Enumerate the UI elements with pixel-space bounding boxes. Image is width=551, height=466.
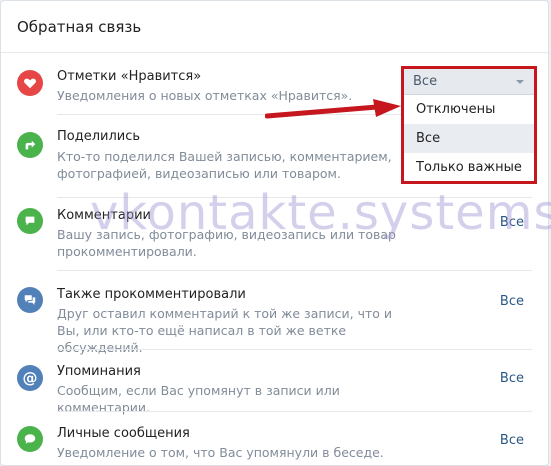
setting-row-messages[interactable]: Личные сообщения Уведомление о том, что …: [1, 413, 548, 466]
setting-value[interactable]: Все: [500, 294, 524, 309]
dropdown-option-all[interactable]: Все: [404, 124, 534, 153]
setting-description: Кто-то поделился Вашей записью, коммента…: [57, 149, 392, 181]
setting-description: Уведомление о том, что Вас упомянули в б…: [57, 445, 384, 460]
share-icon: [17, 132, 43, 158]
setting-row-also-commented[interactable]: Также прокомментировали Друг оставил ком…: [1, 271, 548, 355]
dropdown-selected-label: Все: [413, 74, 438, 89]
panel-title: Обратная связь: [17, 17, 142, 36]
dropdown-option-important[interactable]: Только важные: [404, 153, 534, 182]
setting-label: Также прокомментировали: [57, 287, 246, 302]
heart-icon: [17, 70, 43, 96]
setting-label: Поделились: [57, 129, 141, 144]
dropdown-option-off[interactable]: Отключены: [404, 95, 534, 124]
setting-label: Отметки «Нравится»: [57, 69, 202, 84]
dropdown-selected-value[interactable]: Все: [404, 69, 534, 95]
setting-label: Личные сообщения: [57, 426, 190, 441]
setting-row-mentions[interactable]: @ Упоминания Сообщим, если Вас упомянут …: [1, 350, 548, 415]
watermark-text: vkontakte.systems: [90, 185, 551, 241]
panel-header: Обратная связь: [1, 1, 548, 53]
comments-icon: [17, 287, 43, 313]
row-divider: [57, 411, 532, 412]
message-icon: [17, 426, 43, 452]
setting-value[interactable]: Все: [500, 433, 524, 448]
setting-label: Упоминания: [57, 364, 141, 379]
comment-icon: [17, 208, 43, 234]
arrow-icon: [265, 99, 401, 119]
setting-value[interactable]: Все: [500, 371, 524, 386]
frequency-dropdown[interactable]: Все Отключены Все Только важные: [401, 66, 537, 184]
at-icon: @: [17, 365, 43, 391]
chevron-down-icon: [516, 80, 524, 84]
